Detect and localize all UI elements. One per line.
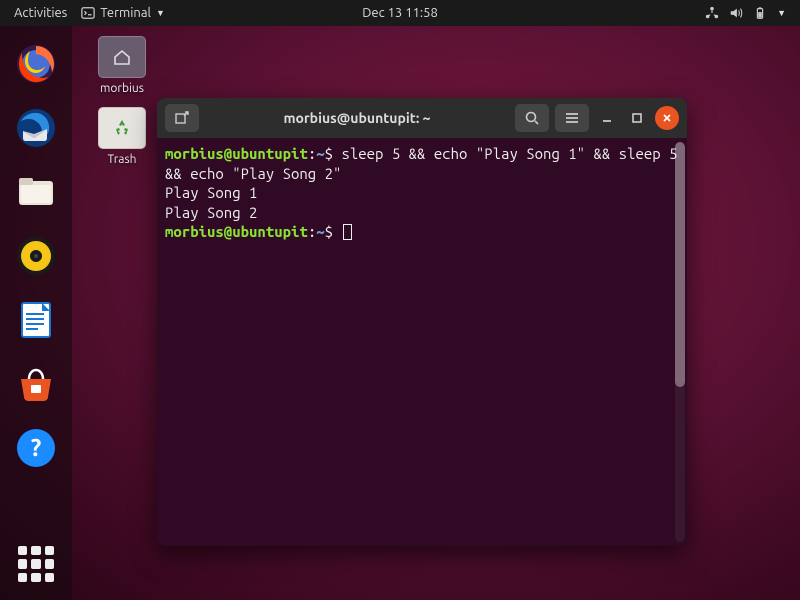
prompt-sep1: :	[308, 145, 316, 162]
cursor	[343, 224, 352, 240]
active-app-label: Terminal	[100, 6, 151, 20]
new-tab-button[interactable]	[165, 104, 199, 132]
close-button[interactable]	[655, 106, 679, 130]
prompt-sep2: $	[325, 145, 342, 162]
prompt-user-host: morbius@ubuntupit	[165, 145, 308, 162]
search-button[interactable]	[515, 104, 549, 132]
desktop-home-label: morbius	[90, 82, 154, 95]
search-icon	[524, 110, 540, 126]
prompt-sep1: :	[308, 223, 316, 240]
terminal-title: morbius@ubuntupit: ~	[205, 110, 509, 126]
battery-icon[interactable]	[753, 6, 767, 20]
prompt-sep2: $	[325, 223, 342, 240]
top-bar: Activities Terminal ▼ Dec 13 11:58 ▼	[0, 0, 800, 26]
dock-app-rhythmbox[interactable]	[12, 232, 60, 280]
prompt-path: ~	[316, 223, 324, 240]
dropdown-arrow-icon: ▼	[156, 8, 165, 18]
terminal-body[interactable]: morbius@ubuntupit:~$ sleep 5 && echo "Pl…	[157, 138, 687, 546]
dock-app-thunderbird[interactable]	[12, 104, 60, 152]
hamburger-icon	[564, 110, 580, 126]
dock-app-firefox[interactable]	[12, 40, 60, 88]
home-icon	[112, 47, 132, 67]
desktop-home-folder[interactable]: morbius	[90, 36, 154, 95]
maximize-button[interactable]	[625, 106, 649, 130]
new-tab-icon	[174, 110, 190, 126]
terminal-titlebar[interactable]: morbius@ubuntupit: ~	[157, 98, 687, 138]
scrollbar-thumb[interactable]	[675, 142, 685, 387]
close-icon	[661, 112, 673, 124]
dock-app-ubuntu-software[interactable]	[12, 360, 60, 408]
recycle-icon	[111, 117, 133, 139]
desktop: morbius Trash	[90, 36, 154, 166]
terminal-icon	[81, 6, 95, 20]
clock[interactable]: Dec 13 11:58	[362, 6, 438, 20]
maximize-icon	[631, 112, 643, 124]
power-menu-dropdown-icon[interactable]: ▼	[777, 8, 786, 18]
network-icon[interactable]	[705, 6, 719, 20]
svg-text:?: ?	[31, 434, 42, 461]
hamburger-menu-button[interactable]	[555, 104, 589, 132]
minimize-button[interactable]	[595, 106, 619, 130]
terminal-window: morbius@ubuntupit: ~ morbius@ubuntupit:~…	[157, 98, 687, 546]
output-line: Play Song 2	[165, 204, 257, 221]
dock: ?	[0, 26, 72, 600]
desktop-trash[interactable]: Trash	[90, 107, 154, 166]
activities-button[interactable]: Activities	[14, 6, 67, 20]
dock-app-libreoffice-writer[interactable]	[12, 296, 60, 344]
prompt-path: ~	[316, 145, 324, 162]
output-line: Play Song 1	[165, 184, 257, 201]
show-applications-button[interactable]	[18, 546, 54, 582]
desktop-trash-label: Trash	[90, 153, 154, 166]
dock-app-files[interactable]	[12, 168, 60, 216]
dock-app-help[interactable]: ?	[12, 424, 60, 472]
prompt-user-host: morbius@ubuntupit	[165, 223, 308, 240]
minimize-icon	[601, 112, 613, 124]
volume-icon[interactable]	[729, 6, 743, 20]
active-app-menu[interactable]: Terminal ▼	[81, 6, 165, 20]
